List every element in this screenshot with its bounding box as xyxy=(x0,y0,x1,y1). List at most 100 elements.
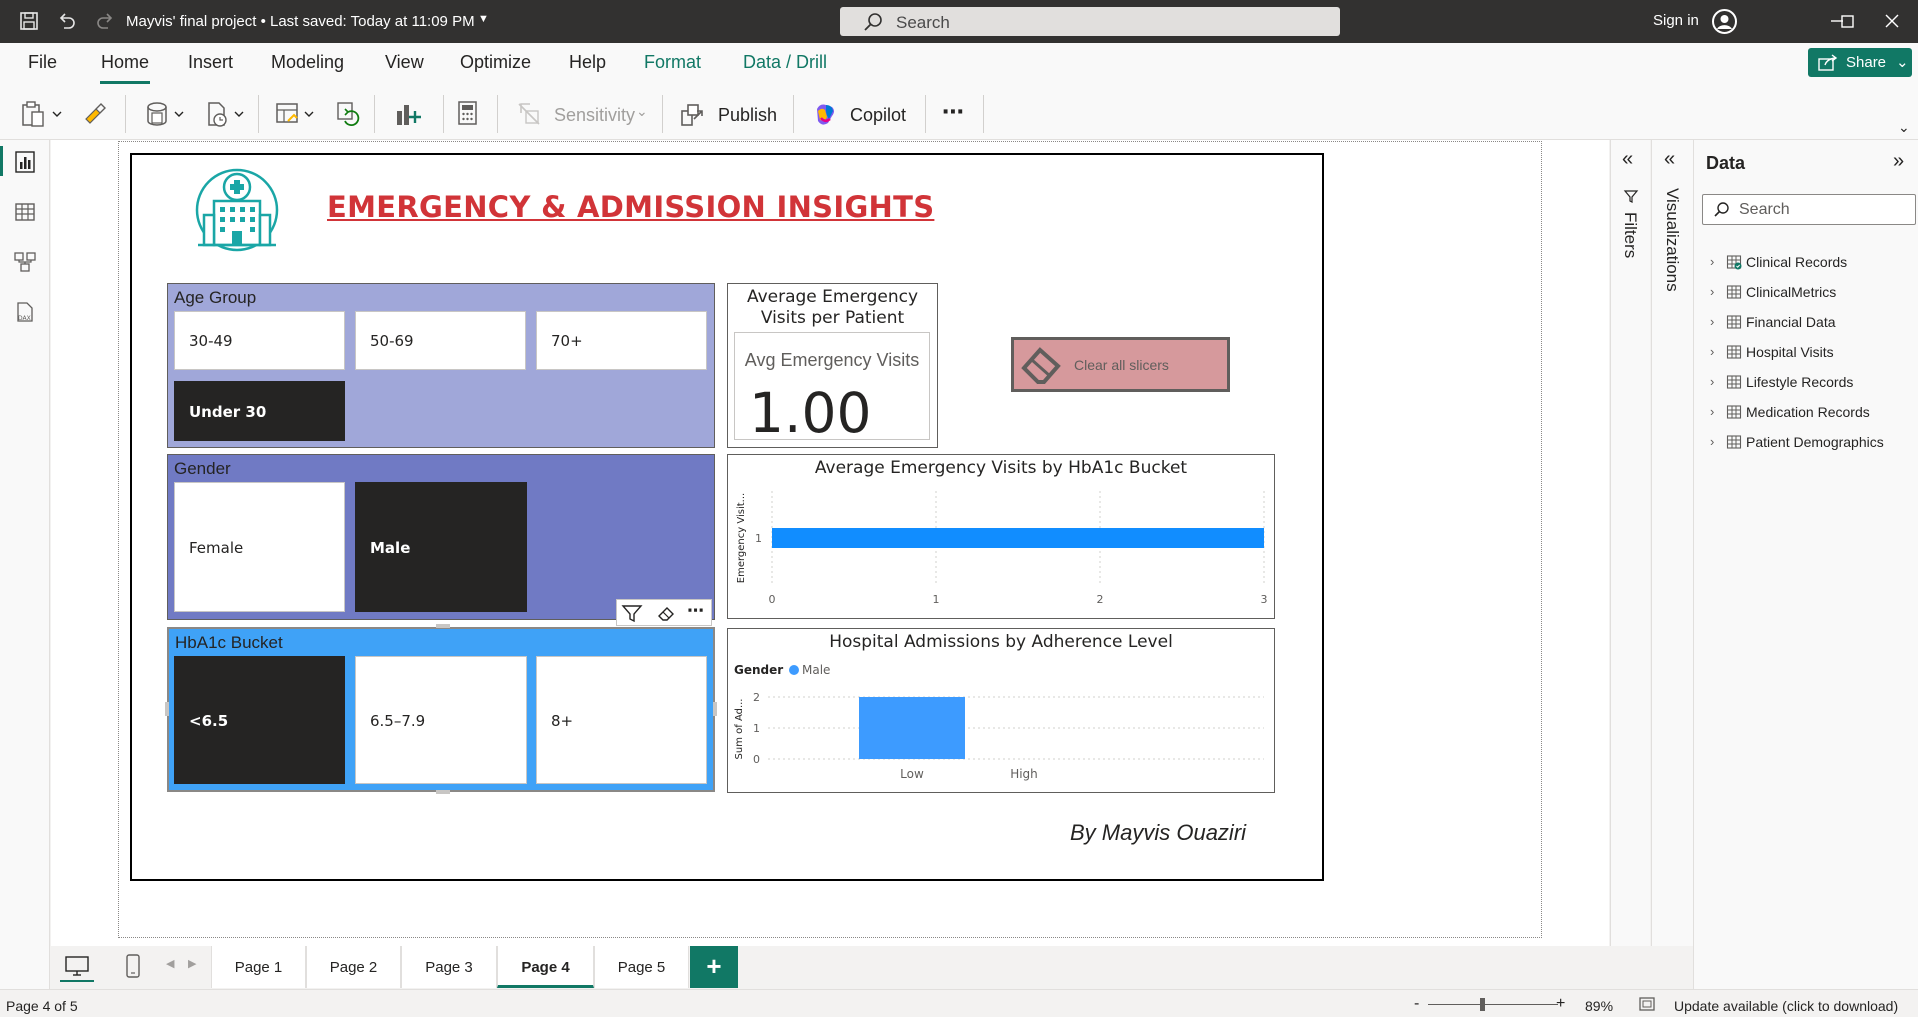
slicer-item-50-69[interactable]: 50-69 xyxy=(355,311,526,370)
collapse-ribbon-icon[interactable]: ⌄ xyxy=(1898,119,1910,136)
table-item-lifestyle-records[interactable]: › Lifestyle Records xyxy=(1702,371,1917,393)
chevron-right-icon[interactable]: › xyxy=(1710,344,1714,359)
resize-handle[interactable] xyxy=(713,702,717,716)
table-item-hospital-visits[interactable]: › Hospital Visits xyxy=(1702,341,1917,363)
filters-pane[interactable]: « Filters xyxy=(1610,140,1650,946)
mobile-layout-icon[interactable] xyxy=(124,953,142,979)
expand-chevrons-icon[interactable]: « xyxy=(1664,148,1675,171)
chevron-right-icon[interactable]: › xyxy=(1710,254,1714,269)
slicer-item-70-plus[interactable]: 70+ xyxy=(536,311,707,370)
emergency-visits-by-hba1c-chart[interactable]: Average Emergency Visits by HbA1c Bucket… xyxy=(727,454,1275,619)
zoom-out-button[interactable]: - xyxy=(1414,995,1419,1013)
desktop-layout-icon[interactable] xyxy=(64,954,90,978)
chevron-right-icon[interactable]: › xyxy=(1710,404,1714,419)
tab-home[interactable]: Home xyxy=(101,52,149,73)
active-view-indicator xyxy=(0,146,3,176)
chevron-right-icon[interactable]: › xyxy=(1710,284,1714,299)
recent-sources-button[interactable] xyxy=(204,99,250,129)
slicer-item-6-5-7-9[interactable]: 6.5–7.9 xyxy=(355,656,527,784)
more-icon: ⋯ xyxy=(942,99,964,124)
save-icon[interactable] xyxy=(18,10,40,32)
copilot-button[interactable]: Copilot xyxy=(812,99,912,129)
slicer-item-female[interactable]: Female xyxy=(174,482,345,612)
slicer-item-male[interactable]: Male xyxy=(355,482,527,612)
eraser-icon xyxy=(1021,347,1061,384)
filter-icon[interactable] xyxy=(621,603,643,623)
sensitivity-button[interactable]: Sensitivity ⌄ xyxy=(516,99,650,129)
slicer-item-30-49[interactable]: 30-49 xyxy=(174,311,345,370)
zoom-slider[interactable] xyxy=(1428,1004,1558,1005)
new-measure-button[interactable] xyxy=(456,99,480,129)
tab-data-drill[interactable]: Data / Drill xyxy=(743,52,827,73)
chevron-down-icon[interactable]: ▼ xyxy=(478,13,489,25)
fit-to-page-icon[interactable] xyxy=(1638,996,1656,1012)
update-available-link[interactable]: Update available (click to download) xyxy=(1674,998,1898,1014)
eraser-icon[interactable] xyxy=(655,603,677,623)
page-tab-4[interactable]: Page 4 xyxy=(497,946,594,988)
admissions-by-adherence-chart[interactable]: Hospital Admissions by Adherence Level G… xyxy=(727,628,1275,793)
maximize-icon[interactable] xyxy=(1835,9,1859,33)
new-visual-button[interactable] xyxy=(393,99,423,129)
more-options-icon[interactable]: ⋯ xyxy=(687,601,704,621)
tab-help[interactable]: Help xyxy=(569,52,606,73)
table-item-medication-records[interactable]: › Medication Records xyxy=(1702,401,1917,423)
undo-icon[interactable] xyxy=(56,10,78,32)
page-tab-1[interactable]: Page 1 xyxy=(211,946,306,988)
clear-all-slicers-button[interactable]: Clear all slicers xyxy=(1011,337,1230,392)
chevron-right-icon[interactable]: › xyxy=(1710,314,1714,329)
slicer-title: HbA1c Bucket xyxy=(175,633,283,652)
report-view-icon[interactable] xyxy=(13,150,37,174)
model-view-icon[interactable] xyxy=(13,250,37,274)
data-search-input[interactable]: Search xyxy=(1702,194,1916,225)
table-view-icon[interactable] xyxy=(13,200,37,224)
table-icon xyxy=(1726,345,1742,359)
tab-modeling[interactable]: Modeling xyxy=(271,52,344,73)
page-tab-5[interactable]: Page 5 xyxy=(594,946,689,988)
page-tab-2[interactable]: Page 2 xyxy=(306,946,401,988)
table-item-clinicalmetrics[interactable]: › ClinicalMetrics xyxy=(1702,281,1917,303)
more-options-button[interactable]: ⋯ xyxy=(942,99,966,129)
slicer-item-under-30[interactable]: Under 30 xyxy=(174,381,345,441)
format-painter-button[interactable] xyxy=(82,99,108,129)
collapse-chevrons-icon[interactable]: « xyxy=(1622,148,1633,171)
resize-handle[interactable] xyxy=(436,624,450,628)
next-page-icon[interactable]: ▶ xyxy=(188,957,196,970)
page-tab-3[interactable]: Page 3 xyxy=(401,946,497,988)
tab-format[interactable]: Format xyxy=(644,52,701,73)
close-icon[interactable] xyxy=(1880,9,1904,33)
slicer-item-8-plus[interactable]: 8+ xyxy=(536,656,707,784)
tab-file[interactable]: File xyxy=(28,52,57,73)
refresh-button[interactable] xyxy=(335,99,361,129)
zoom-slider-thumb[interactable] xyxy=(1480,998,1485,1011)
paste-button[interactable] xyxy=(20,99,66,129)
tab-optimize[interactable]: Optimize xyxy=(460,52,531,73)
chevron-right-icon[interactable]: › xyxy=(1710,374,1714,389)
legend-marker xyxy=(789,665,799,675)
collapse-chevrons-icon[interactable]: » xyxy=(1893,150,1904,173)
table-name: Lifestyle Records xyxy=(1746,374,1854,390)
zoom-in-button[interactable]: + xyxy=(1556,995,1565,1013)
table-item-financial-data[interactable]: › Financial Data xyxy=(1702,311,1917,333)
redo-icon[interactable] xyxy=(94,10,116,32)
share-button[interactable]: Share ⌄ xyxy=(1808,48,1912,77)
tab-insert[interactable]: Insert xyxy=(188,52,233,73)
table-item-patient-demographics[interactable]: › Patient Demographics xyxy=(1702,431,1917,453)
slicer-item-lt-6-5[interactable]: <6.5 xyxy=(174,656,345,784)
sign-in-link[interactable]: Sign in xyxy=(1653,12,1699,29)
avatar[interactable] xyxy=(1712,9,1737,34)
transform-data-button[interactable] xyxy=(274,99,320,129)
chevron-right-icon[interactable]: › xyxy=(1710,434,1714,449)
publish-button[interactable]: Publish xyxy=(680,99,780,129)
avg-emergency-visits-card[interactable]: Average Emergency Visits per Patient Avg… xyxy=(727,283,938,448)
document-title[interactable]: Mayvis' final project • Last saved: Toda… xyxy=(126,13,475,30)
resize-handle[interactable] xyxy=(436,790,450,794)
resize-handle[interactable] xyxy=(165,702,169,716)
tab-view[interactable]: View xyxy=(385,52,424,73)
dax-query-view-icon[interactable]: DAX xyxy=(13,300,37,324)
visualizations-pane[interactable]: « Visualizations xyxy=(1651,140,1693,946)
get-data-button[interactable] xyxy=(144,99,190,129)
global-search-input[interactable]: Search xyxy=(840,7,1340,36)
table-item-clinical-records[interactable]: › Clinical Records xyxy=(1702,251,1917,273)
prev-page-icon[interactable]: ◀ xyxy=(166,957,174,970)
add-page-button[interactable]: + xyxy=(690,946,738,988)
